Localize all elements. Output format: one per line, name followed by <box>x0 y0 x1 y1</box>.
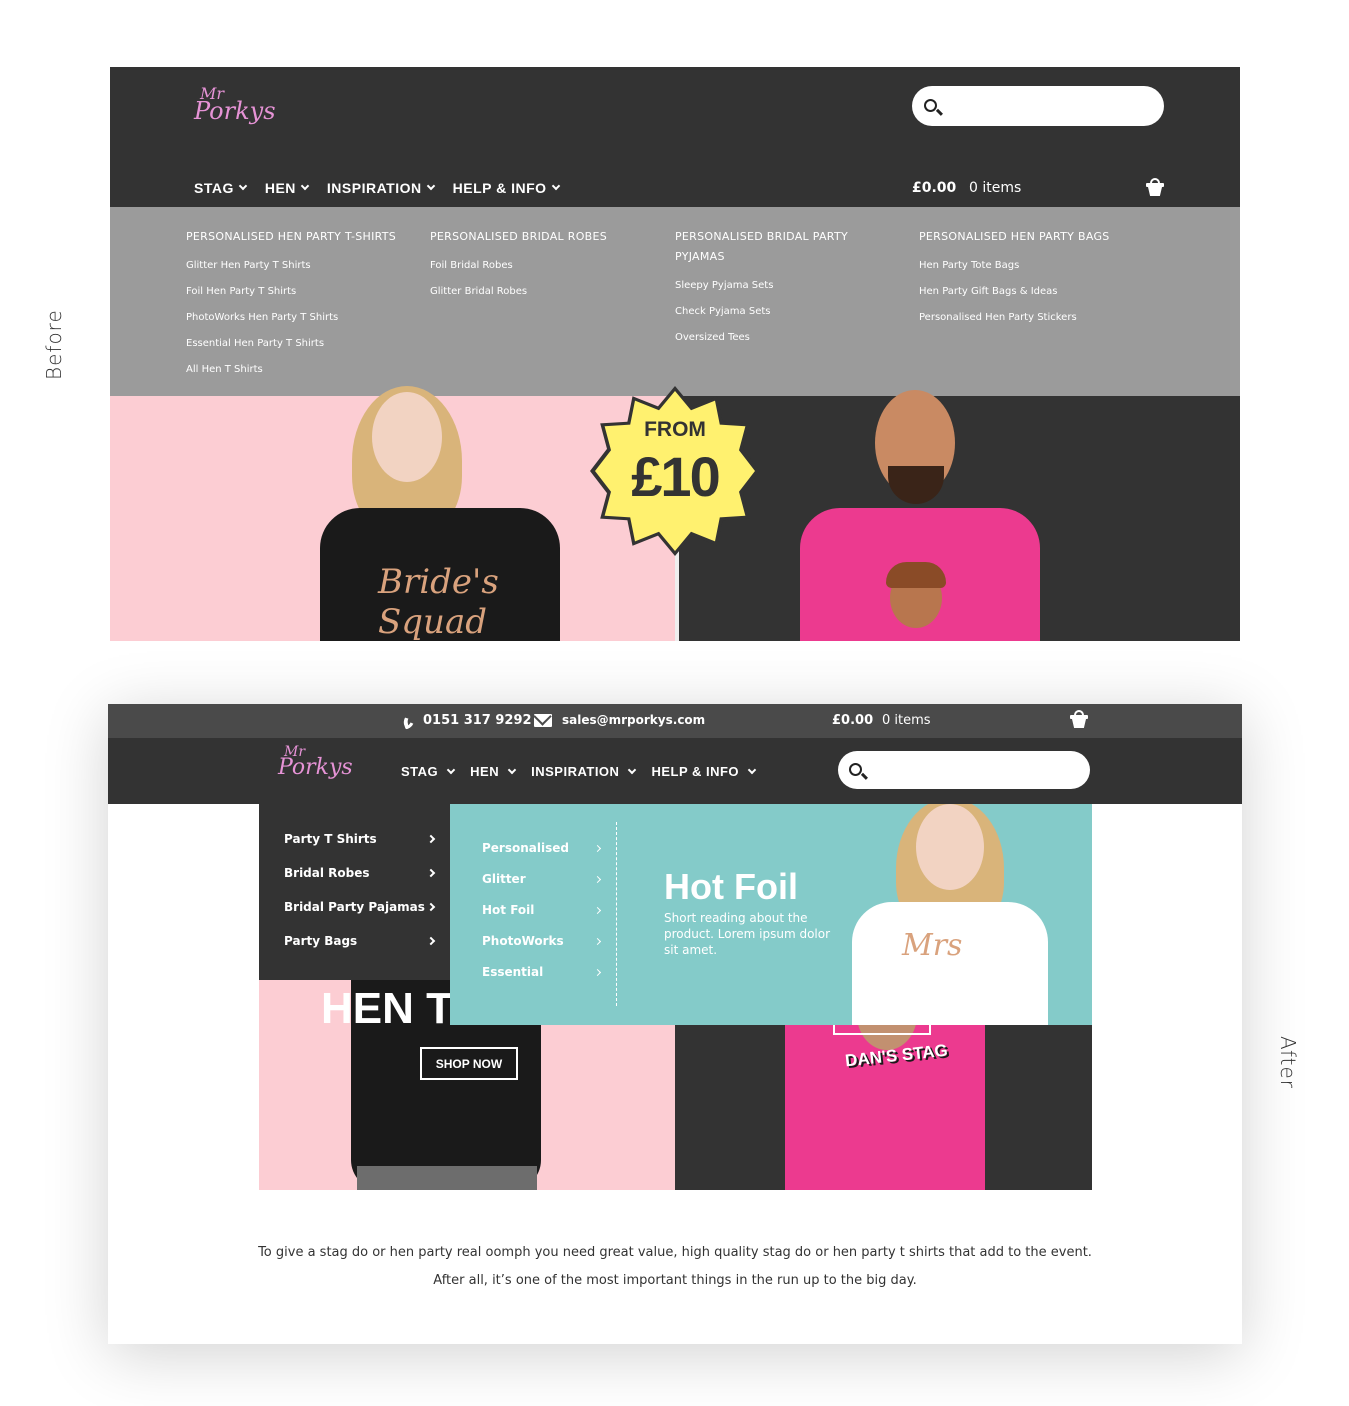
price-badge: FROM £10 <box>590 386 760 556</box>
mega-heading[interactable]: PERSONALISED HEN PARTY T-SHIRTS <box>186 227 411 247</box>
divider <box>616 822 617 1006</box>
search-icon <box>924 99 937 112</box>
shop-now-button[interactable]: SHOP NOW <box>420 1047 518 1080</box>
mega-column: PERSONALISED HEN PARTY T-SHIRTS Glitter … <box>186 227 411 383</box>
chevron-right-icon <box>426 902 436 912</box>
after-screenshot: 0151 317 9292 sales@mrporkys.com £0.00 0… <box>108 704 1242 1344</box>
mega-link[interactable]: Essential Hen Party T Shirts <box>186 331 411 357</box>
submenu-panel: Personalised Glitter Hot Foil PhotoWorks… <box>450 804 1092 1025</box>
submenu-item-essential[interactable]: Essential <box>482 965 602 979</box>
mega-menu: PERSONALISED HEN PARTY T-SHIRTS Glitter … <box>110 207 1240 396</box>
phone-link[interactable]: 0151 317 9292 <box>400 711 532 730</box>
before-screenshot: Mr Porkys STAG HEN INSPIRATION HELP & IN… <box>110 67 1240 641</box>
chevron-right-icon <box>593 844 602 852</box>
chevron-right-icon <box>593 937 602 945</box>
feature-description: Short reading about the product. Lorem i… <box>664 911 831 957</box>
submenu-item-glitter[interactable]: Glitter <box>482 872 602 886</box>
category-menu: Party T Shirts Bridal Robes Bridal Party… <box>259 804 450 980</box>
mega-link[interactable]: PhotoWorks Hen Party T Shirts <box>186 305 411 331</box>
logo[interactable]: Mr Porkys <box>278 745 353 799</box>
chevron-down-icon <box>628 765 637 774</box>
intro-line: After all, it’s one of the most importan… <box>433 1273 917 1288</box>
search-input[interactable] <box>838 751 1090 789</box>
nav-hen[interactable]: HEN <box>470 764 517 779</box>
chevron-down-icon <box>300 181 310 191</box>
mega-link[interactable]: Hen Party Gift Bags & Ideas <box>919 279 1144 305</box>
search-input[interactable] <box>912 86 1164 126</box>
mega-column: PERSONALISED HEN PARTY BAGS Hen Party To… <box>919 227 1144 331</box>
phone-icon <box>400 711 418 730</box>
chevron-right-icon <box>426 868 436 878</box>
mega-link[interactable]: Check Pyjama Sets <box>675 299 865 325</box>
mega-link[interactable]: Oversized Tees <box>675 325 865 351</box>
mega-column: PERSONALISED BRIDAL PARTY PYJAMAS Sleepy… <box>675 227 865 351</box>
chevron-right-icon <box>593 906 602 914</box>
chevron-right-icon <box>593 968 602 976</box>
man-photo <box>790 390 1050 641</box>
chevron-right-icon <box>426 834 436 844</box>
cart-items[interactable]: 0 items <box>969 180 1021 196</box>
submenu-item-hot-foil[interactable]: Hot Foil <box>482 903 602 917</box>
hero-hen-title: HEN T <box>321 984 453 1033</box>
mega-heading[interactable]: PERSONALISED BRIDAL PARTY PYJAMAS <box>675 227 865 267</box>
menu-item-bridal-party-pajamas[interactable]: Bridal Party Pajamas <box>284 900 436 914</box>
nav-help-info[interactable]: HELP & INFO <box>453 180 560 196</box>
envelope-icon <box>534 713 552 727</box>
feature-shirt-text: Mrs <box>902 928 963 963</box>
top-bar: 0151 317 9292 sales@mrporkys.com £0.00 0… <box>108 704 1242 738</box>
chevron-right-icon <box>426 936 436 946</box>
mega-link[interactable]: Foil Hen Party T Shirts <box>186 279 411 305</box>
mega-link[interactable]: Sleepy Pyjama Sets <box>675 273 865 299</box>
intro-line: To give a stag do or hen party real oomp… <box>258 1245 1092 1260</box>
header: Mr Porkys STAG HEN INSPIRATION HELP & IN… <box>110 67 1240 207</box>
after-label: After <box>1276 1036 1300 1090</box>
chevron-down-icon <box>426 181 435 191</box>
chevron-down-icon <box>551 181 560 191</box>
basket-icon[interactable] <box>1146 178 1164 197</box>
menu-item-party-bags[interactable]: Party Bags <box>284 934 436 948</box>
mega-heading[interactable]: PERSONALISED HEN PARTY BAGS <box>919 227 1144 247</box>
mega-link[interactable]: Glitter Bridal Robes <box>430 279 655 305</box>
nav-stag[interactable]: STAG <box>401 764 456 779</box>
divider <box>675 546 679 641</box>
submenu-item-personalised[interactable]: Personalised <box>482 841 602 855</box>
feature-title: Hot Foil <box>664 866 798 907</box>
cart-price[interactable]: £0.00 <box>912 180 956 196</box>
main-nav: STAG HEN INSPIRATION HELP & INFO <box>194 180 560 196</box>
search-icon <box>849 763 862 776</box>
main-nav: STAG HEN INSPIRATION HELP & INFO <box>401 764 757 779</box>
mega-link[interactable]: All Hen T Shirts <box>186 357 411 383</box>
submenu-item-photoworks[interactable]: PhotoWorks <box>482 934 602 948</box>
cart-items[interactable]: 0 items <box>882 713 931 728</box>
nav-help-info[interactable]: HELP & INFO <box>651 764 757 779</box>
shirt-text: Bride's Squad <box>378 562 499 641</box>
email-link[interactable]: sales@mrporkys.com <box>534 713 705 727</box>
mega-heading[interactable]: PERSONALISED BRIDAL ROBES <box>430 227 655 247</box>
header: Mr Porkys STAG HEN INSPIRATION HELP & IN… <box>108 738 1242 804</box>
hero-banner[interactable]: Bride's Squad FROM £10 <box>110 386 1240 641</box>
nav-inspiration[interactable]: INSPIRATION <box>327 180 435 196</box>
chevron-down-icon <box>238 181 248 191</box>
logo[interactable]: Mr Porkys <box>194 86 276 147</box>
menu-item-bridal-robes[interactable]: Bridal Robes <box>284 866 436 880</box>
cart-price[interactable]: £0.00 <box>832 713 873 728</box>
mega-link[interactable]: Glitter Hen Party T Shirts <box>186 253 411 279</box>
chevron-down-icon <box>507 765 517 774</box>
chevron-right-icon <box>593 875 602 883</box>
mega-link[interactable]: Hen Party Tote Bags <box>919 253 1144 279</box>
nav-inspiration[interactable]: INSPIRATION <box>531 764 637 779</box>
mega-link[interactable]: Personalised Hen Party Stickers <box>919 305 1144 331</box>
mega-link[interactable]: Foil Bridal Robes <box>430 253 655 279</box>
before-label: Before <box>42 309 66 380</box>
chevron-down-icon <box>747 765 757 774</box>
woman-photo: Bride's Squad <box>300 386 580 641</box>
feature-photo[interactable]: Mrs <box>850 804 1050 1025</box>
mega-column: PERSONALISED BRIDAL ROBES Foil Bridal Ro… <box>430 227 655 305</box>
chevron-down-icon <box>446 765 456 774</box>
nav-stag[interactable]: STAG <box>194 180 248 196</box>
menu-item-party-t-shirts[interactable]: Party T Shirts <box>284 832 436 846</box>
nav-hen[interactable]: HEN <box>265 180 310 196</box>
intro-text: To give a stag do or hen party real oomp… <box>108 1239 1242 1295</box>
basket-icon[interactable] <box>1070 710 1088 729</box>
